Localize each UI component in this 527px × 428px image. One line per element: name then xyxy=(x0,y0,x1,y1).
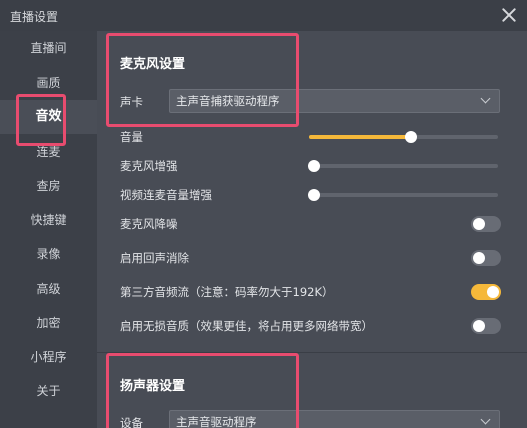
third-party-audio-toggle[interactable] xyxy=(471,284,501,300)
volume-slider[interactable] xyxy=(309,131,498,143)
mic-boost-label: 麦克风增强 xyxy=(120,159,178,173)
video-link-boost-label: 视频连麦音量增强 xyxy=(120,188,212,202)
title-bar: 直播设置 xyxy=(0,0,527,31)
volume-label: 音量 xyxy=(120,130,143,144)
chevron-down-icon xyxy=(480,93,491,104)
lossless-audio-toggle[interactable] xyxy=(471,318,501,334)
sound-card-select[interactable]: 主声音捕获驱动程序 xyxy=(169,89,500,113)
sidebar-item-encryption[interactable]: 加密 xyxy=(0,306,97,340)
noise-reduction-toggle[interactable] xyxy=(471,216,501,232)
toggle-knob xyxy=(487,286,499,298)
volume-slider-knob[interactable] xyxy=(405,131,418,143)
toggle-knob xyxy=(473,320,485,332)
speaker-section-title: 扬声器设置 xyxy=(120,379,186,394)
section-divider xyxy=(97,352,527,353)
sidebar-item-about[interactable]: 关于 xyxy=(0,374,97,408)
echo-cancel-toggle[interactable] xyxy=(471,250,501,266)
chevron-down-icon xyxy=(480,414,491,425)
live-settings-window: 直播设置 直播间 画质 音效 连麦 查房 快捷键 录像 高级 加密 小程序 关于… xyxy=(0,0,527,428)
speaker-device-select[interactable]: 主声音驱动程序 xyxy=(169,410,500,428)
mic-boost-slider[interactable] xyxy=(308,160,498,172)
sidebar-item-audio[interactable]: 音效 xyxy=(0,100,97,134)
mic-boost-slider-knob[interactable] xyxy=(308,160,320,172)
sidebar: 直播间 画质 音效 连麦 查房 快捷键 录像 高级 加密 小程序 关于 xyxy=(0,31,97,428)
third-party-audio-label: 第三方音频流（注意：码率勿大于192K） xyxy=(120,285,334,299)
close-icon[interactable] xyxy=(500,6,518,24)
toggle-knob xyxy=(473,218,485,230)
lossless-audio-label: 启用无损音质（效果更佳，将占用更多网络带宽） xyxy=(120,319,373,333)
sound-card-value: 主声音捕获驱动程序 xyxy=(176,94,280,108)
video-link-boost-slider-knob[interactable] xyxy=(308,189,320,201)
sidebar-item-link-mic[interactable]: 连麦 xyxy=(0,135,97,169)
video-link-boost-slider[interactable] xyxy=(308,189,498,201)
speaker-device-label: 设备 xyxy=(120,416,143,428)
echo-cancel-label: 启用回声消除 xyxy=(120,251,189,265)
speaker-device-value: 主声音驱动程序 xyxy=(176,415,257,428)
sound-card-label: 声卡 xyxy=(120,95,143,109)
noise-reduction-label: 麦克风降噪 xyxy=(120,217,178,231)
toggle-knob xyxy=(473,252,485,264)
sidebar-item-live-room[interactable]: 直播间 xyxy=(0,31,97,65)
sidebar-item-room-check[interactable]: 查房 xyxy=(0,169,97,203)
volume-slider-fill xyxy=(309,135,412,139)
sidebar-item-mini-program[interactable]: 小程序 xyxy=(0,340,97,374)
sidebar-item-advanced[interactable]: 高级 xyxy=(0,272,97,306)
sidebar-item-quality[interactable]: 画质 xyxy=(0,66,97,100)
sidebar-item-hotkeys[interactable]: 快捷键 xyxy=(0,203,97,237)
sidebar-item-recording[interactable]: 录像 xyxy=(0,237,97,271)
window-title: 直播设置 xyxy=(10,10,59,24)
mic-section-title: 麦克风设置 xyxy=(120,57,186,72)
